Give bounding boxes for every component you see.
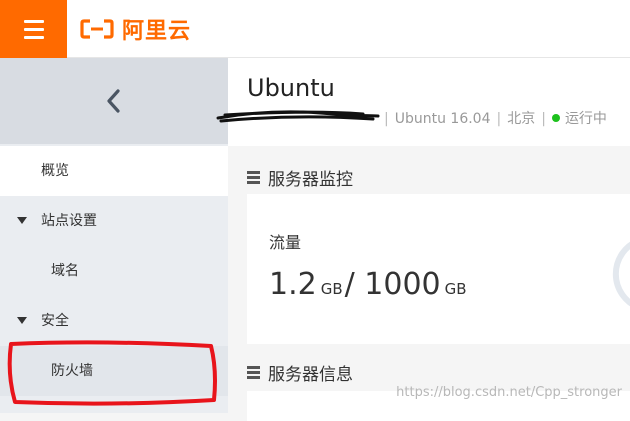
instance-header: Ubuntu | Ubuntu 16.04 | 北京 | 运行中 [216, 58, 630, 146]
instance-region: 北京 [507, 111, 536, 127]
separator: | [541, 111, 546, 127]
instance-name: Ubuntu [247, 74, 335, 102]
caret-down-icon [17, 217, 27, 224]
separator: | [496, 111, 502, 127]
caret-down-icon [17, 317, 27, 324]
status-dot-icon [551, 114, 560, 122]
red-annotation-outline [7, 340, 217, 406]
traffic-value: 1.2 GB/ 1000 GB [269, 267, 467, 302]
sidebar-group-site-settings[interactable]: 站点设置 [0, 196, 228, 246]
top-bar: 阿里云 [0, 0, 630, 58]
brand-name: 阿里云 [122, 19, 192, 44]
section-title-info: 服务器信息 [247, 360, 353, 385]
server-icon [247, 171, 260, 184]
instance-meta: | Ubuntu 16.04 | 北京 | 运行中 [378, 108, 607, 128]
hamburger-menu-button[interactable] [0, 0, 67, 58]
sidebar-item-label: 概览 [41, 163, 69, 179]
menu-line [23, 19, 44, 23]
server-icon [247, 366, 260, 379]
section-title-monitor: 服务器监控 [247, 165, 353, 190]
sidebar-group-security[interactable]: 安全 [0, 296, 228, 346]
chevron-left-icon [107, 89, 120, 113]
sidebar-item-domain[interactable]: 域名 [0, 246, 228, 296]
redaction-scribble [216, 110, 380, 123]
aliyun-logo[interactable]: 阿里云 [80, 13, 191, 45]
menu-line [23, 27, 44, 31]
traffic-gauge-icon [612, 241, 630, 307]
section-title-text: 服务器信息 [268, 365, 353, 385]
traffic-total: 1000 [364, 267, 441, 302]
collapse-sidebar-button[interactable] [0, 58, 228, 144]
aliyun-logo-icon [80, 19, 114, 39]
menu-line [23, 35, 44, 39]
instance-status: 运行中 [564, 111, 607, 127]
traffic-used: 1.2 [269, 267, 317, 302]
sidebar-group-label: 安全 [41, 313, 69, 329]
watermark: https://blog.csdn.net/Cpp_stronger [396, 385, 622, 400]
sidebar-group-label: 站点设置 [41, 213, 97, 229]
traffic-card: 流量 1.2 GB/ 1000 GB [247, 194, 630, 344]
separator: | [384, 111, 389, 127]
traffic-used-unit: GB [320, 280, 343, 298]
sidebar-item-overview[interactable]: 概览 [0, 146, 228, 196]
instance-os: Ubuntu 16.04 [394, 111, 491, 127]
main-content: Ubuntu | Ubuntu 16.04 | 北京 | 运行中 服务器监控 流量 1.2… [216, 58, 630, 421]
sidebar-item-label: 域名 [51, 263, 79, 279]
section-title-text: 服务器监控 [268, 170, 353, 190]
traffic-total-unit: GB [444, 280, 467, 298]
traffic-label: 流量 [269, 233, 302, 252]
